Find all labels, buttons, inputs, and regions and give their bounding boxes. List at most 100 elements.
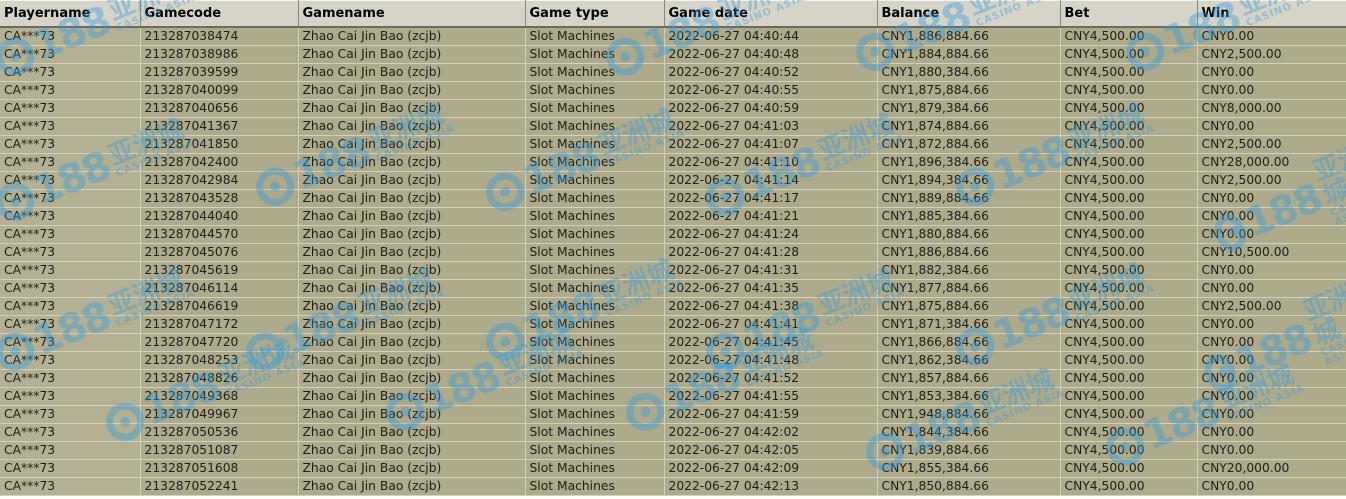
table-row[interactable]: CA***73 213287047172 Zhao Cai Jin Bao (zcj… bbox=[0, 315, 1346, 334]
cell-gamecode: 213287047720 bbox=[140, 333, 299, 352]
cell-gamename: Zhao Cai Jin Bao (zcjb) bbox=[298, 369, 526, 388]
cell-bet: CNY4,500.00 bbox=[1060, 135, 1198, 154]
cell-bet: CNY4,500.00 bbox=[1060, 297, 1198, 316]
cell-gamecode: 213287042984 bbox=[140, 171, 299, 190]
cell-balance: CNY1,871,384.66 bbox=[877, 315, 1061, 334]
table-row[interactable]: CA***73 213287046114 Zhao Cai Jin Bao (zcj… bbox=[0, 279, 1346, 298]
cell-win: CNY2,500.00 bbox=[1197, 135, 1346, 154]
cell-balance: CNY1,874,884.66 bbox=[877, 117, 1061, 136]
cell-bet: CNY4,500.00 bbox=[1060, 405, 1198, 424]
cell-game-type: Slot Machines bbox=[525, 45, 665, 64]
cell-win: CNY8,000.00 bbox=[1197, 99, 1346, 118]
table-row[interactable]: CA***73 213287052241 Zhao Cai Jin Bao (zcj… bbox=[0, 477, 1346, 496]
cell-gamename: Zhao Cai Jin Bao (zcjb) bbox=[298, 333, 526, 352]
cell-win: CNY0.00 bbox=[1197, 225, 1346, 244]
cell-balance: CNY1,839,884.66 bbox=[877, 441, 1061, 460]
cell-gamecode: 213287048253 bbox=[140, 351, 299, 370]
table-row[interactable]: CA***73 213287047720 Zhao Cai Jin Bao (zcj… bbox=[0, 333, 1346, 352]
cell-game-date: 2022-06-27 04:41:17 bbox=[664, 189, 878, 208]
cell-game-type: Slot Machines bbox=[525, 423, 665, 442]
cell-playername: CA***73 bbox=[0, 99, 141, 118]
table-row[interactable]: CA***73 213287041850 Zhao Cai Jin Bao (zcj… bbox=[0, 135, 1346, 154]
cell-game-date: 2022-06-27 04:41:45 bbox=[664, 333, 878, 352]
cell-gamecode: 213287040656 bbox=[140, 99, 299, 118]
table-row[interactable]: CA***73 213287038986 Zhao Cai Jin Bao (zcj… bbox=[0, 45, 1346, 64]
cell-bet: CNY4,500.00 bbox=[1060, 423, 1198, 442]
cell-gamename: Zhao Cai Jin Bao (zcjb) bbox=[298, 297, 526, 316]
table-row[interactable]: CA***73 213287038474 Zhao Cai Jin Bao (zcj… bbox=[0, 26, 1346, 46]
bet-history-table: Playername Gamecode Gamename Game type G… bbox=[0, 0, 1346, 496]
cell-gamecode: 213287044040 bbox=[140, 207, 299, 226]
cell-game-type: Slot Machines bbox=[525, 171, 665, 190]
bet-history-grid: Playername Gamecode Gamename Game type G… bbox=[0, 0, 1346, 499]
cell-bet: CNY4,500.00 bbox=[1060, 26, 1198, 46]
cell-gamecode: 213287038986 bbox=[140, 45, 299, 64]
cell-bet: CNY4,500.00 bbox=[1060, 261, 1198, 280]
cell-game-date: 2022-06-27 04:41:55 bbox=[664, 387, 878, 406]
cell-bet: CNY4,500.00 bbox=[1060, 369, 1198, 388]
table-row[interactable]: CA***73 213287048826 Zhao Cai Jin Bao (zcj… bbox=[0, 369, 1346, 388]
cell-playername: CA***73 bbox=[0, 171, 141, 190]
table-row[interactable]: CA***73 213287042400 Zhao Cai Jin Bao (zcj… bbox=[0, 153, 1346, 172]
table-row[interactable]: CA***73 213287043528 Zhao Cai Jin Bao (zcj… bbox=[0, 189, 1346, 208]
cell-gamecode: 213287041367 bbox=[140, 117, 299, 136]
table-row[interactable]: CA***73 213287040099 Zhao Cai Jin Bao (zcj… bbox=[0, 81, 1346, 100]
cell-win: CNY10,500.00 bbox=[1197, 243, 1346, 262]
table-row[interactable]: CA***73 213287049368 Zhao Cai Jin Bao (zcj… bbox=[0, 387, 1346, 406]
table-row[interactable]: CA***73 213287046619 Zhao Cai Jin Bao (zcj… bbox=[0, 297, 1346, 316]
table-row[interactable]: CA***73 213287045076 Zhao Cai Jin Bao (zcj… bbox=[0, 243, 1346, 262]
cell-gamecode: 213287049967 bbox=[140, 405, 299, 424]
cell-gamename: Zhao Cai Jin Bao (zcjb) bbox=[298, 243, 526, 262]
cell-balance: CNY1,853,384.66 bbox=[877, 387, 1061, 406]
table-row[interactable]: CA***73 213287051608 Zhao Cai Jin Bao (zcj… bbox=[0, 459, 1346, 478]
cell-playername: CA***73 bbox=[0, 207, 141, 226]
table-row[interactable]: CA***73 213287048253 Zhao Cai Jin Bao (zcj… bbox=[0, 351, 1346, 370]
cell-gamecode: 213287040099 bbox=[140, 81, 299, 100]
table-row[interactable]: CA***73 213287051087 Zhao Cai Jin Bao (zcj… bbox=[0, 441, 1346, 460]
table-row[interactable]: CA***73 213287049967 Zhao Cai Jin Bao (zcj… bbox=[0, 405, 1346, 424]
col-header-win[interactable]: Win bbox=[1197, 0, 1346, 28]
cell-playername: CA***73 bbox=[0, 351, 141, 370]
cell-playername: CA***73 bbox=[0, 459, 141, 478]
table-row[interactable]: CA***73 213287039599 Zhao Cai Jin Bao (zcj… bbox=[0, 63, 1346, 82]
col-header-gamecode[interactable]: Gamecode bbox=[140, 0, 299, 28]
col-header-gamename[interactable]: Gamename bbox=[298, 0, 526, 28]
cell-win: CNY0.00 bbox=[1197, 369, 1346, 388]
table-row[interactable]: CA***73 213287044040 Zhao Cai Jin Bao (zcj… bbox=[0, 207, 1346, 226]
col-header-balance[interactable]: Balance bbox=[877, 0, 1061, 28]
table-row[interactable]: CA***73 213287050536 Zhao Cai Jin Bao (zcj… bbox=[0, 423, 1346, 442]
table-row[interactable]: CA***73 213287041367 Zhao Cai Jin Bao (zcj… bbox=[0, 117, 1346, 136]
cell-bet: CNY4,500.00 bbox=[1060, 171, 1198, 190]
cell-game-date: 2022-06-27 04:41:52 bbox=[664, 369, 878, 388]
cell-game-date: 2022-06-27 04:41:03 bbox=[664, 117, 878, 136]
cell-playername: CA***73 bbox=[0, 441, 141, 460]
col-header-playername[interactable]: Playername bbox=[0, 0, 141, 28]
cell-gamecode: 213287039599 bbox=[140, 63, 299, 82]
col-header-bet[interactable]: Bet bbox=[1060, 0, 1198, 28]
cell-gamename: Zhao Cai Jin Bao (zcjb) bbox=[298, 261, 526, 280]
cell-game-date: 2022-06-27 04:41:28 bbox=[664, 243, 878, 262]
table-row[interactable]: CA***73 213287042984 Zhao Cai Jin Bao (zcj… bbox=[0, 171, 1346, 190]
cell-playername: CA***73 bbox=[0, 279, 141, 298]
table-row[interactable]: CA***73 213287044570 Zhao Cai Jin Bao (zcj… bbox=[0, 225, 1346, 244]
cell-game-type: Slot Machines bbox=[525, 315, 665, 334]
cell-game-date: 2022-06-27 04:41:10 bbox=[664, 153, 878, 172]
cell-balance: CNY1,948,884.66 bbox=[877, 405, 1061, 424]
cell-game-date: 2022-06-27 04:41:31 bbox=[664, 261, 878, 280]
table-row[interactable]: CA***73 213287040656 Zhao Cai Jin Bao (zcj… bbox=[0, 99, 1346, 118]
cell-win: CNY0.00 bbox=[1197, 63, 1346, 82]
cell-bet: CNY4,500.00 bbox=[1060, 387, 1198, 406]
cell-gamecode: 213287048826 bbox=[140, 369, 299, 388]
table-row[interactable]: CA***73 213287045619 Zhao Cai Jin Bao (zcj… bbox=[0, 261, 1346, 280]
cell-win: CNY2,500.00 bbox=[1197, 171, 1346, 190]
cell-game-type: Slot Machines bbox=[525, 99, 665, 118]
cell-gamename: Zhao Cai Jin Bao (zcjb) bbox=[298, 153, 526, 172]
col-header-game-date[interactable]: Game date bbox=[664, 0, 878, 28]
cell-gamename: Zhao Cai Jin Bao (zcjb) bbox=[298, 423, 526, 442]
col-header-game-type[interactable]: Game type bbox=[525, 0, 665, 28]
cell-playername: CA***73 bbox=[0, 225, 141, 244]
cell-playername: CA***73 bbox=[0, 369, 141, 388]
cell-game-date: 2022-06-27 04:42:13 bbox=[664, 477, 878, 496]
cell-balance: CNY1,889,884.66 bbox=[877, 189, 1061, 208]
cell-balance: CNY1,884,884.66 bbox=[877, 45, 1061, 64]
